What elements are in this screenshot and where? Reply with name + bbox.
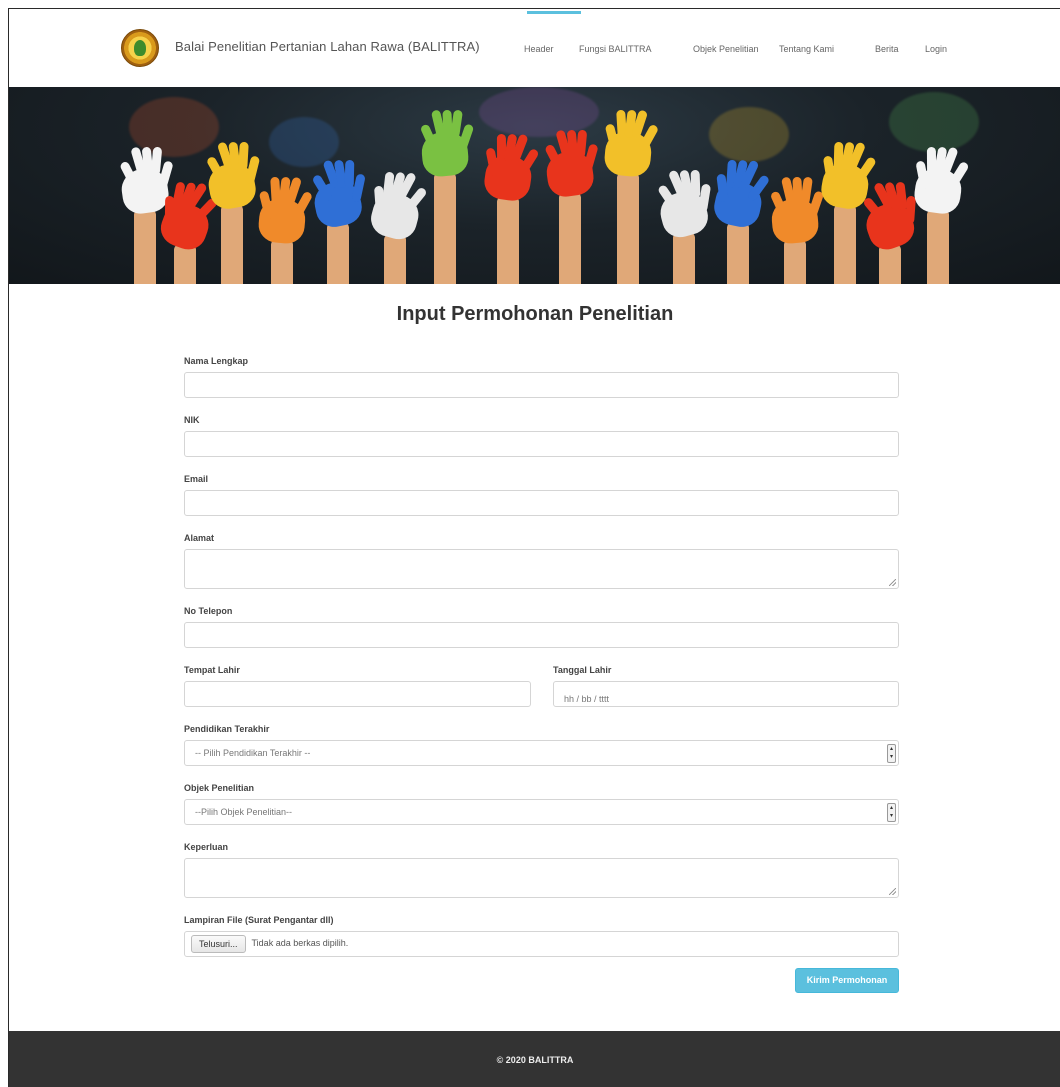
painted-hand <box>271 239 293 284</box>
painted-finger <box>690 169 701 199</box>
painted-hand <box>617 172 639 284</box>
painted-hand <box>727 222 749 284</box>
page-title: Input Permohonan Penelitian <box>396 303 674 325</box>
label-email: Email <box>184 474 209 484</box>
active-nav-indicator <box>527 11 581 14</box>
file-status-text: Tidak ada berkas dipilih. <box>251 938 349 948</box>
painted-finger <box>344 159 355 189</box>
pendidikan-select[interactable]: -- Pilih Pendidikan Terakhir -- ▴ ▾ <box>184 740 899 766</box>
painted-finger <box>238 141 249 171</box>
tanggal-lahir-date-input[interactable]: hh / bb / tttt <box>553 681 899 707</box>
browse-file-button[interactable]: Telusuri... <box>191 935 246 953</box>
nav-item-berita[interactable]: Berita <box>875 44 899 54</box>
label-tanggal-lahir: Tanggal Lahir <box>553 665 612 675</box>
resize-handle-icon[interactable] <box>889 888 896 895</box>
navbar: Balai Penelitian Pertanian Lahan Rawa (B… <box>9 9 1060 87</box>
painted-hand <box>784 239 806 284</box>
alamat-textarea[interactable] <box>184 549 899 589</box>
footer-copyright: © 2020 BALITTRA <box>496 1055 574 1065</box>
label-objek: Objek Penelitian <box>184 783 255 793</box>
resize-handle-icon[interactable] <box>889 579 896 586</box>
label-telepon: No Telepon <box>184 606 233 616</box>
nav-item-login[interactable]: Login <box>925 44 947 54</box>
nav-item-objek[interactable]: Objek Penelitian <box>693 44 759 54</box>
nav-item-tentang[interactable]: Tentang Kami <box>779 44 834 54</box>
no-telepon-input[interactable] <box>184 622 899 648</box>
objek-selected: --Pilih Objek Penelitian-- <box>195 807 293 817</box>
objek-penelitian-select[interactable]: --Pilih Objek Penelitian-- ▴ ▾ <box>184 799 899 825</box>
label-pendidikan: Pendidikan Terakhir <box>184 724 270 734</box>
label-tempat-lahir: Tempat Lahir <box>184 665 240 675</box>
painted-hand <box>327 222 349 284</box>
nav-item-fungsi[interactable]: Fungsi BALITTRA <box>579 44 652 54</box>
tempat-lahir-input[interactable] <box>184 681 531 707</box>
label-alamat: Alamat <box>184 533 215 543</box>
balittra-logo[interactable] <box>121 29 159 67</box>
browser-frame: Balai Penelitian Pertanian Lahan Rawa (B… <box>8 8 1060 1087</box>
painted-hand <box>134 209 156 284</box>
brand-title[interactable]: Balai Penelitian Pertanian Lahan Rawa (B… <box>175 39 480 54</box>
label-nama: Nama Lengkap <box>184 356 249 366</box>
nik-input[interactable] <box>184 431 899 457</box>
label-lampiran: Lampiran File (Surat Pengantar dll) <box>184 915 334 925</box>
nav-item-header[interactable]: Header <box>524 44 554 54</box>
nama-lengkap-input[interactable] <box>184 372 899 398</box>
kirim-permohonan-button[interactable]: Kirim Permohonan <box>795 968 899 993</box>
pendidikan-selected: -- Pilih Pendidikan Terakhir -- <box>195 748 311 758</box>
painted-hand <box>174 244 196 284</box>
painted-hand <box>834 204 856 284</box>
painted-hand <box>434 172 456 284</box>
painted-hand <box>384 234 406 284</box>
painted-hand <box>879 244 901 284</box>
painted-hand <box>927 209 949 284</box>
painted-finger <box>150 146 163 176</box>
lampiran-file-input[interactable]: Telusuri... Tidak ada berkas dipilih. <box>184 931 899 957</box>
painted-hand <box>497 196 519 284</box>
painted-hand <box>559 192 581 284</box>
label-nik: NIK <box>184 415 200 425</box>
keperluan-textarea[interactable] <box>184 858 899 898</box>
hero-banner-image <box>9 87 1060 284</box>
painted-hand <box>221 204 243 284</box>
painted-finger <box>575 129 588 159</box>
painted-hand <box>673 232 695 284</box>
select-arrows-icon[interactable]: ▴ ▾ <box>887 744 896 763</box>
select-arrows-icon[interactable]: ▴ ▾ <box>887 803 896 822</box>
email-input[interactable] <box>184 490 899 516</box>
label-keperluan: Keperluan <box>184 842 229 852</box>
